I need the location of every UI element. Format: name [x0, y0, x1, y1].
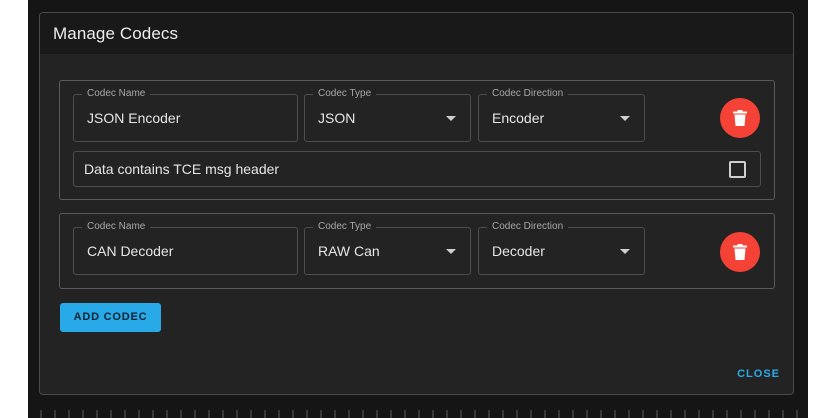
codec-card: Codec Name CAN Decoder Codec Type RAW Ca… [59, 213, 775, 289]
codec-direction-value: Decoder [492, 243, 545, 259]
chevron-down-icon [446, 249, 456, 254]
codec-name-field[interactable]: Codec Name JSON Encoder [73, 88, 298, 142]
codec-type-value: JSON [318, 110, 356, 126]
dialog-header: Manage Codecs [40, 13, 793, 54]
chevron-down-icon [446, 116, 456, 121]
codec-type-select[interactable]: Codec Type JSON [304, 88, 471, 142]
tce-header-option: Data contains TCE msg header [73, 151, 761, 187]
codec-name-value: CAN Decoder [87, 243, 174, 259]
trash-icon [733, 244, 747, 260]
codec-direction-value: Encoder [492, 110, 545, 126]
tce-header-label: Data contains TCE msg header [84, 161, 280, 177]
codec-name-label: Codec Name [82, 221, 151, 233]
codec-name-value: JSON Encoder [87, 110, 181, 126]
codec-name-label: Codec Name [82, 88, 151, 100]
delete-codec-button[interactable] [720, 98, 760, 138]
codec-direction-select[interactable]: Codec Direction Decoder [478, 221, 645, 275]
chevron-down-icon [620, 249, 630, 254]
codec-direction-label: Codec Direction [487, 88, 569, 100]
checkbox-icon[interactable] [729, 161, 746, 178]
chevron-down-icon [620, 116, 630, 121]
manage-codecs-dialog: Manage Codecs Codec Name JSON Encoder Co… [39, 12, 794, 395]
codec-card: Codec Name JSON Encoder Codec Type JSON … [59, 80, 775, 200]
codec-direction-select[interactable]: Codec Direction Encoder [478, 88, 645, 142]
codec-direction-label: Codec Direction [487, 221, 569, 233]
close-button[interactable]: CLOSE [737, 368, 780, 380]
codec-type-label: Codec Type [313, 221, 377, 233]
add-codec-button[interactable]: ADD CODEC [60, 303, 161, 332]
delete-codec-button[interactable] [720, 232, 760, 272]
trash-icon [733, 110, 747, 126]
codec-type-label: Codec Type [313, 88, 377, 100]
codec-type-select[interactable]: Codec Type RAW Can [304, 221, 471, 275]
codec-type-value: RAW Can [318, 243, 380, 259]
dialog-title: Manage Codecs [53, 24, 179, 43]
backdrop-edge [28, 410, 808, 418]
codec-name-field[interactable]: Codec Name CAN Decoder [73, 221, 298, 275]
